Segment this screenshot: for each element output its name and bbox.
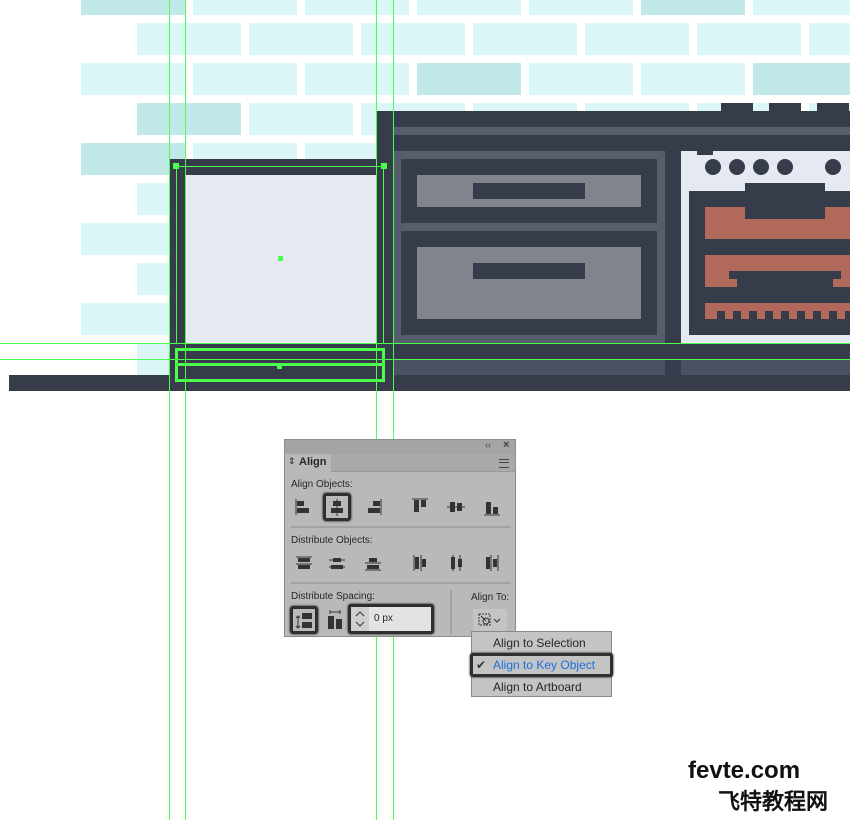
cabinet-base-strip (393, 359, 665, 375)
drawer-bottom-handle (473, 263, 585, 279)
vertical-align-top-button[interactable] (409, 496, 431, 518)
key-object-center (277, 364, 282, 369)
horizontal-distribute-space-button[interactable] (324, 609, 346, 631)
hamburger-icon[interactable] (499, 459, 509, 468)
guide-horizontal (0, 359, 850, 360)
floor (9, 375, 850, 391)
key-object-selection (175, 348, 178, 382)
wall-brick (753, 63, 850, 95)
wall-brick (417, 63, 521, 95)
oven-tooth (845, 311, 850, 319)
key-object-selection (382, 348, 385, 382)
wall-brick (473, 23, 577, 55)
align-objects-label: Align Objects: (291, 479, 353, 490)
wall-brick (249, 23, 353, 55)
double-chevron-left-icon[interactable]: ‹‹ (485, 440, 491, 450)
menu-item-align-to-key-object[interactable]: ✔ Align to Key Object (470, 653, 613, 677)
oven-rack (729, 271, 841, 279)
watermark-logo-cn: 飞特教程网 (718, 789, 829, 814)
spacing-input[interactable]: 0 px (348, 604, 434, 634)
oven-knob (753, 159, 769, 175)
wall-brick (137, 23, 241, 55)
vertical-align-center-button[interactable] (445, 496, 467, 518)
menu-item-align-to-selection[interactable]: Align to Selection (472, 632, 611, 654)
oven-tooth (829, 311, 837, 319)
oven-bump (697, 151, 713, 155)
cabinet-top-bump (769, 103, 801, 111)
align-to-key-object-icon (478, 613, 501, 626)
align-to-dropdown[interactable] (473, 609, 507, 631)
horizontal-align-right-button[interactable] (362, 496, 384, 518)
spinner-arrows-icon[interactable] (351, 607, 369, 631)
horizontal-align-left-button[interactable] (293, 496, 315, 518)
selection-handle (381, 163, 387, 169)
wall-brick (641, 0, 745, 15)
wall-brick (585, 23, 689, 55)
key-object-selection (175, 348, 385, 351)
wall-brick (529, 0, 633, 15)
oven-tooth (781, 311, 789, 319)
guide-horizontal (0, 343, 850, 344)
selection-bounds (176, 166, 177, 343)
selection-bounds (176, 166, 384, 167)
cabinet-top-bump (817, 103, 849, 111)
align-to-menu: Align to Selection ✔ Align to Key Object… (470, 631, 613, 698)
vertical-align-bottom-button[interactable] (481, 496, 503, 518)
drawer-bottom-face (417, 247, 641, 319)
oven-tooth (813, 311, 821, 319)
oven-tooth (749, 311, 757, 319)
oven-tooth (733, 311, 741, 319)
watermark-logo: fevte.com (688, 757, 801, 784)
key-object-selection (175, 379, 385, 382)
panel-title-bar[interactable]: ‹‹ × (285, 439, 515, 454)
align-panel: ‹‹ × ⇕ Align Align Objects: Distribute O… (284, 439, 516, 637)
wall-brick (809, 23, 850, 55)
cabinet-stripe (393, 127, 850, 135)
drawer-top-handle (473, 183, 585, 199)
horizontal-distribute-right-button[interactable] (481, 552, 503, 574)
oven-tooth (765, 311, 773, 319)
oven-handle (745, 183, 825, 219)
wall-brick (137, 103, 241, 135)
horizontal-align-center-button[interactable] (323, 493, 351, 521)
sort-arrows-icon: ⇕ (288, 456, 296, 466)
wall-brick (417, 0, 521, 15)
oven-knob (777, 159, 793, 175)
oven-knob (729, 159, 745, 175)
guide-vertical (169, 0, 170, 820)
selection-handle (173, 163, 179, 169)
oven-rack (737, 279, 833, 287)
selection-center-point (278, 256, 283, 261)
vertical-distribute-bottom-button[interactable] (362, 552, 384, 574)
guide-vertical (185, 0, 186, 820)
vertical-distribute-center-button[interactable] (326, 552, 348, 574)
guide-vertical (376, 0, 377, 820)
guide-vertical (393, 0, 394, 820)
wall-brick (697, 23, 801, 55)
selection-bounds (383, 166, 384, 343)
oven-tooth (797, 311, 805, 319)
oven-tooth (717, 311, 725, 319)
horizontal-distribute-left-button[interactable] (409, 552, 431, 574)
distribute-objects-label: Distribute Objects: (291, 535, 373, 546)
checkmark-icon: ✔ (476, 658, 487, 672)
close-icon[interactable]: × (503, 439, 509, 451)
horizontal-distribute-center-button[interactable] (445, 552, 467, 574)
vertical-distribute-space-button[interactable] (290, 606, 318, 634)
menu-item-align-to-artboard[interactable]: Align to Artboard (472, 676, 611, 698)
distribute-spacing-label: Distribute Spacing: (291, 591, 375, 602)
wall-brick (529, 63, 633, 95)
wall-brick (193, 0, 297, 15)
align-to-label: Align To: (471, 592, 510, 603)
oven-knob (705, 159, 721, 175)
wall-brick (753, 0, 850, 15)
wall-brick (641, 63, 745, 95)
vertical-distribute-top-button[interactable] (293, 552, 315, 574)
cabinet-base-strip (681, 359, 850, 375)
wall-brick (193, 63, 297, 95)
oven-knob (825, 159, 841, 175)
cabinet-top-bump (721, 103, 753, 111)
wall-brick (249, 103, 353, 135)
tab-align[interactable]: ⇕ Align (285, 454, 331, 472)
